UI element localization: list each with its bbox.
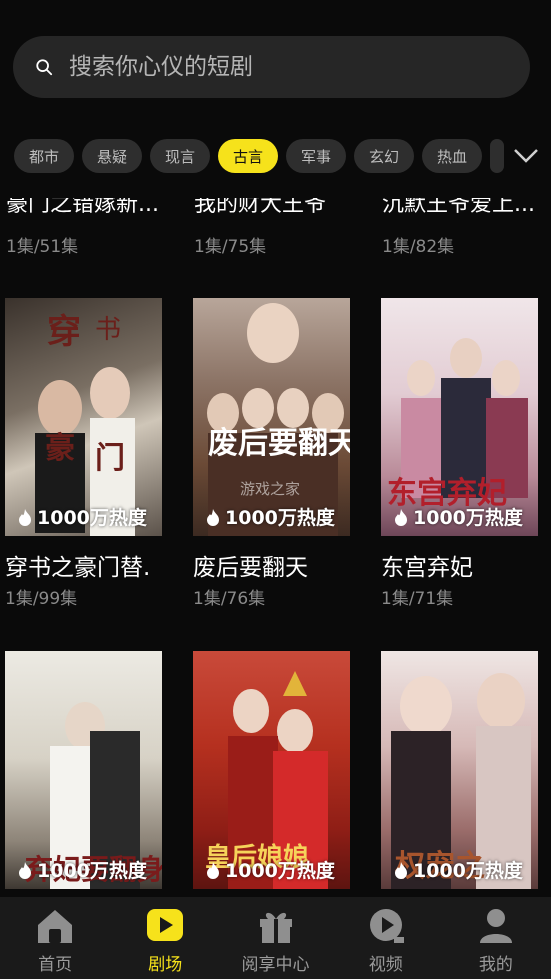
svg-text:穿: 穿: [47, 312, 81, 352]
flame-icon: [19, 861, 31, 879]
heat-badge: 1000万热度: [393, 856, 523, 883]
video-play-icon: [369, 909, 404, 943]
person-icon: [479, 909, 512, 943]
tab-label: 视频: [368, 955, 403, 975]
poster-image[interactable]: 皇后娘娘 1000万热度: [193, 651, 350, 889]
svg-text:书: 书: [95, 315, 121, 345]
episode-count: 1集/75集: [194, 237, 267, 257]
heat-badge: 1000万热度: [393, 503, 523, 530]
heat-badge: 1000万热度: [17, 856, 147, 883]
poster-image[interactable]: 权宠之 1000万热度: [381, 651, 538, 889]
category-chip-xianyan[interactable]: 现言: [150, 139, 210, 173]
tab-video[interactable]: 视频: [331, 897, 441, 979]
card-title[interactable]: 豪门之错嫁新...: [6, 198, 176, 224]
category-chip-xuanyi[interactable]: 悬疑: [82, 139, 142, 173]
category-chip-rexue[interactable]: 热血: [422, 139, 482, 173]
flame-icon: [207, 508, 219, 526]
theater-play-icon: [147, 909, 184, 941]
watermark: 游戏之家: [240, 480, 301, 498]
episode-count: 1集/71集: [381, 589, 454, 609]
episode-count: 1集/99集: [5, 589, 78, 609]
svg-text:豪: 豪: [45, 431, 75, 466]
card-title[interactable]: 东宫弃妃: [381, 548, 551, 582]
heat-badge: 1000万热度: [205, 856, 335, 883]
category-chip-xuanhuan[interactable]: 玄幻: [354, 139, 414, 173]
tab-home[interactable]: 首页: [0, 897, 110, 979]
flame-icon: [395, 861, 407, 879]
tab-label: 剧场: [148, 955, 183, 975]
category-chip-dushi[interactable]: 都市: [14, 139, 74, 173]
flame-icon: [207, 861, 219, 879]
poster-image[interactable]: 弃妃要翻身 1000万热度: [5, 651, 162, 889]
heat-badge: 1000万热度: [205, 503, 335, 530]
home-icon: [38, 910, 73, 943]
tab-label: 首页: [38, 955, 73, 975]
category-chip-junshi[interactable]: 军事: [286, 139, 346, 173]
svg-text:废后要翻天: 废后要翻天: [208, 426, 350, 461]
search-icon: [36, 59, 53, 76]
search-input[interactable]: [69, 54, 489, 80]
episode-count: 1集/76集: [193, 589, 266, 609]
tab-reading-center[interactable]: 阅享中心: [220, 897, 330, 979]
tab-theater[interactable]: 剧场: [110, 897, 220, 979]
flame-icon: [395, 508, 407, 526]
tab-label: 我的: [478, 955, 513, 975]
flame-icon: [19, 508, 31, 526]
bottom-tab-bar: 首页 剧场 阅享中心 视频 我的: [0, 897, 551, 979]
svg-text:门: 门: [95, 441, 125, 476]
card-title[interactable]: 沉默王爷爱上...: [382, 198, 542, 224]
poster-image[interactable]: 东宫弃妃 1000万热度: [381, 298, 538, 536]
chevron-down-icon[interactable]: [511, 142, 541, 168]
card-title[interactable]: 废后要翻天: [193, 548, 363, 582]
poster-image[interactable]: 穿 书 豪 门 1000万热度: [5, 298, 162, 536]
episode-count: 1集/51集: [6, 237, 79, 257]
episode-count: 1集/82集: [382, 237, 455, 257]
category-bar: 都市 悬疑 现言 古言 军事 玄幻 热血: [0, 139, 551, 175]
tab-profile[interactable]: 我的: [441, 897, 551, 979]
gift-icon: [259, 912, 292, 943]
heat-badge: 1000万热度: [17, 503, 147, 530]
poster-image[interactable]: 废后要翻天 1000万热度: [193, 298, 350, 536]
card-title[interactable]: 我的财大王爷: [194, 198, 354, 224]
card-title[interactable]: 穿书之豪门替.: [5, 548, 175, 582]
category-chip-guyan[interactable]: 古言: [218, 139, 278, 173]
tab-label: 阅享中心: [241, 955, 310, 975]
category-chip-partial[interactable]: [490, 139, 504, 173]
search-bar[interactable]: [13, 36, 530, 98]
